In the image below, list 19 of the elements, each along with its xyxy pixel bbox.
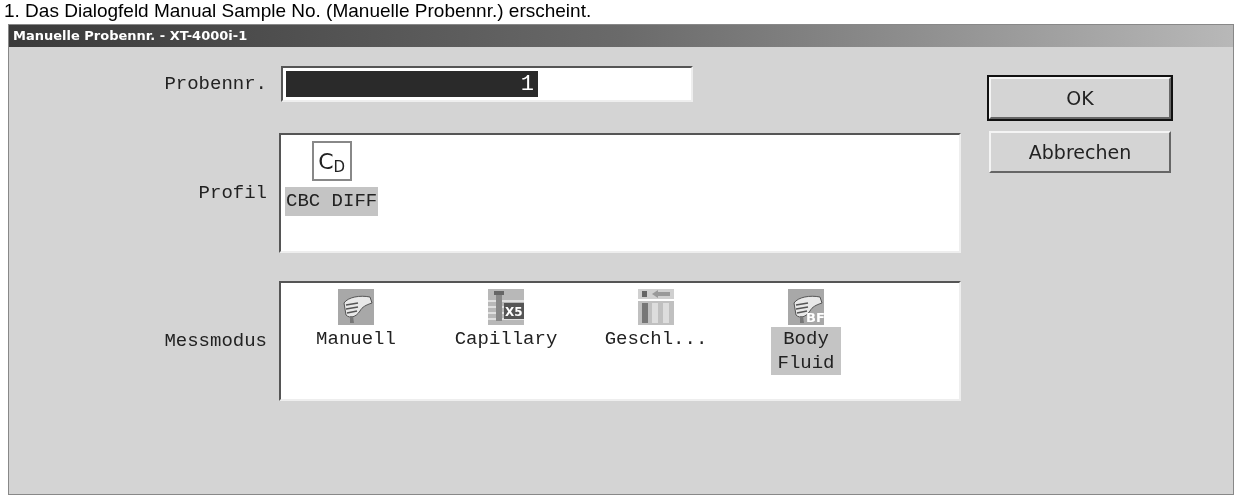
field-label: Messmodus <box>163 328 268 354</box>
sample-number-field[interactable]: 1 <box>281 66 693 102</box>
profile-item[interactable]: CBC DIFF <box>285 187 379 216</box>
tube-rack-icon <box>638 289 674 325</box>
mode-item[interactable]: Capillary <box>454 327 558 351</box>
field-value: 1 <box>286 71 538 97</box>
profile-icon: C$_{D}$ <box>311 141 352 181</box>
dialog-button[interactable]: OK <box>989 77 1171 119</box>
field-label: Probennr. <box>163 71 268 97</box>
window-title: Manuelle Probennr. - XT-4000i-1 <box>13 27 248 46</box>
tube-icon: X5 <box>488 289 524 325</box>
hand-icon: BF <box>788 289 824 325</box>
caption: 1. Das Dialogfeld Manual Sample No. (Manuelle Probennr.) erscheint. <box>3 0 593 23</box>
mode-item[interactable]: Body Fluid <box>771 327 841 375</box>
dialog-button[interactable]: Abbrechen <box>989 131 1171 173</box>
mode-item[interactable]: Geschl... <box>604 327 708 351</box>
mode-item[interactable]: Manuell <box>316 327 396 351</box>
hand-icon <box>338 289 374 325</box>
field-label: Profil <box>197 180 268 206</box>
